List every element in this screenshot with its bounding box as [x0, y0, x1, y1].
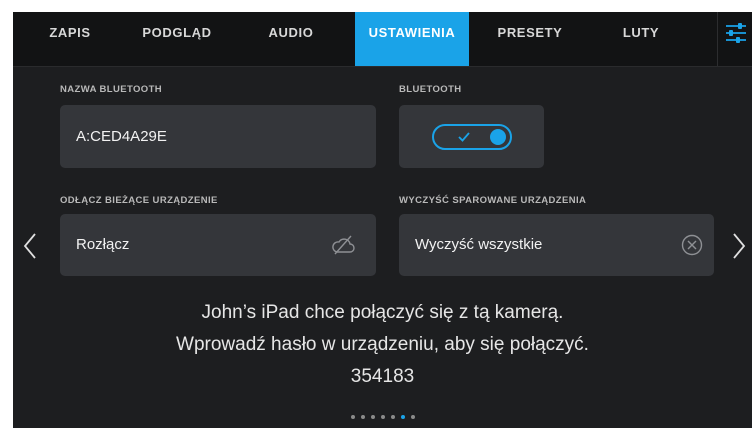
bluetooth-toggle[interactable] [432, 124, 512, 150]
circle-x-icon [681, 234, 703, 256]
bluetooth-toggle-panel [399, 105, 544, 168]
page-indicator [13, 408, 752, 419]
disconnect-button-label: Rozłącz [76, 236, 130, 253]
tab-zapis[interactable]: ZAPIS [35, 12, 105, 66]
chevron-left-icon[interactable] [23, 232, 37, 260]
page-dot [370, 414, 375, 419]
page-dot [380, 414, 385, 419]
bluetooth-name-value: A:CED4A29E [76, 128, 167, 145]
clear-paired-button[interactable]: Wyczyść wszystkie [399, 214, 714, 276]
toggle-knob [490, 129, 506, 145]
tab-bar: ZAPIS PODGLĄD AUDIO USTAWIENIA PRESETY L… [13, 12, 752, 67]
bluetooth-name-field[interactable]: A:CED4A29E [60, 105, 376, 168]
sliders-icon [726, 23, 746, 43]
camera-settings-screen: ZAPIS PODGLĄD AUDIO USTAWIENIA PRESETY L… [13, 12, 752, 428]
tab-presety[interactable]: PRESETY [487, 12, 573, 66]
tab-luty[interactable]: LUTY [609, 12, 673, 66]
clear-paired-button-label: Wyczyść wszystkie [415, 236, 543, 253]
disconnect-button[interactable]: Rozłącz [60, 214, 376, 276]
disconnect-label: ODŁĄCZ BIEŻĄCE URZĄDZENIE [60, 195, 218, 206]
chevron-right-icon[interactable] [732, 232, 746, 260]
clear-paired-label: WYCZYŚĆ SPAROWANE URZĄDZENIA [399, 195, 587, 206]
page-dot [390, 414, 395, 419]
menu-button[interactable] [717, 12, 752, 66]
page-dot [410, 414, 415, 419]
page-dot [360, 414, 365, 419]
page-dot [350, 414, 355, 419]
pairing-message-line2: Wprowadź hasło w urządzeniu, aby się poł… [176, 334, 589, 355]
page-dot [400, 414, 405, 419]
bluetooth-label: BLUETOOTH [399, 84, 462, 95]
tab-audio[interactable]: AUDIO [255, 12, 327, 66]
check-icon [458, 132, 470, 142]
pairing-message-line1: John’s iPad chce połączyć się z tą kamer… [201, 302, 564, 323]
disconnected-cloud-icon [332, 235, 355, 255]
bluetooth-name-label: NAZWA BLUETOOTH [60, 84, 163, 95]
pairing-code: 354183 [350, 366, 415, 387]
screen: ZAPIS PODGLĄD AUDIO USTAWIENIA PRESETY L… [0, 0, 752, 428]
tab-podglad[interactable]: PODGLĄD [129, 12, 225, 66]
tab-ustawienia[interactable]: USTAWIENIA [355, 12, 469, 66]
